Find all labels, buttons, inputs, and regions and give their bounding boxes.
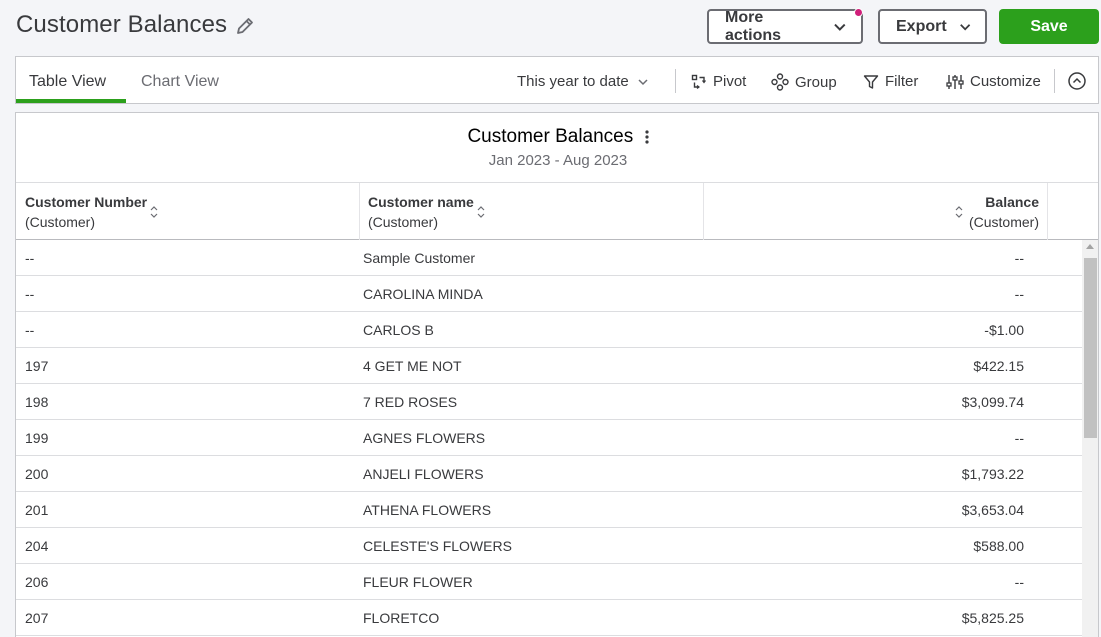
active-tab-indicator (16, 99, 126, 103)
cell-customer-number: -- (25, 286, 35, 302)
date-range-dropdown[interactable]: This year to date (517, 73, 649, 90)
cell-customer-number: 197 (25, 358, 49, 374)
sort-icon[interactable] (477, 205, 485, 219)
tab-chart-view[interactable]: Chart View (141, 73, 219, 91)
report-date-range: Jan 2023 - Aug 2023 (488, 152, 628, 169)
cell-balance: -- (1014, 286, 1024, 302)
tab-table-view[interactable]: Table View (29, 73, 106, 91)
cell-customer-number: 204 (25, 538, 49, 554)
table-row[interactable]: 207 FLORETCO $5,825.25 (16, 600, 1082, 636)
column-header-customer-name[interactable]: Customer name (Customer) (360, 183, 704, 240)
customize-icon (946, 74, 964, 89)
sort-icon[interactable] (150, 205, 158, 219)
cell-balance: $3,653.04 (961, 502, 1024, 518)
cell-customer-number: 207 (25, 610, 49, 626)
cell-customer-number: 198 (25, 394, 49, 410)
vertical-scrollbar[interactable] (1082, 240, 1098, 637)
cell-balance: $1,793.22 (961, 466, 1024, 482)
cell-customer-name: Sample Customer (363, 250, 476, 266)
scrollbar-thumb[interactable] (1084, 258, 1097, 438)
cell-balance: $588.00 (973, 538, 1024, 554)
cell-customer-name: CAROLINA MINDA (363, 286, 483, 302)
chevron-down-icon (959, 23, 970, 30)
cell-customer-name: CARLOS B (363, 322, 434, 338)
table-row[interactable]: 198 7 RED ROSES $3,099.74 (16, 384, 1082, 420)
notification-dot (854, 8, 863, 17)
cell-customer-name: ANJELI FLOWERS (363, 466, 484, 482)
report-title: Customer Balances (467, 126, 634, 147)
table-row[interactable]: -- CARLOS B -$1.00 (16, 312, 1082, 348)
table-row[interactable]: 200 ANJELI FLOWERS $1,793.22 (16, 456, 1082, 492)
kebab-icon[interactable] (644, 129, 649, 145)
more-actions-button[interactable]: More actions (707, 8, 863, 44)
cell-customer-name: ATHENA FLOWERS (363, 502, 492, 518)
pivot-label: Pivot (713, 73, 747, 90)
cell-customer-number: 199 (25, 430, 49, 446)
cell-customer-name: 7 RED ROSES (363, 394, 458, 410)
filter-button[interactable]: Filter (863, 73, 918, 90)
customize-label: Customize (970, 73, 1041, 90)
cell-customer-number: 201 (25, 502, 49, 518)
pencil-icon[interactable] (234, 15, 256, 37)
cell-customer-number: -- (25, 322, 35, 338)
cell-balance: $3,099.74 (961, 394, 1024, 410)
cell-customer-name: 4 GET ME NOT (363, 358, 462, 374)
collapse-icon[interactable] (1067, 71, 1087, 91)
table-row[interactable]: 197 4 GET ME NOT $422.15 (16, 348, 1082, 384)
more-actions-label: More actions (725, 8, 782, 44)
toolbar-divider (1054, 69, 1055, 93)
toolbar-divider (675, 69, 676, 93)
column-subtitle: (Customer) (368, 214, 439, 230)
column-header-customer-number[interactable]: Customer Number (Customer) (16, 183, 360, 240)
chevron-down-icon (834, 23, 846, 31)
cell-customer-number: -- (25, 250, 35, 266)
cell-balance: $422.15 (973, 358, 1024, 374)
table-row[interactable]: 204 CELESTE'S FLOWERS $588.00 (16, 528, 1082, 564)
column-title: Customer Number (25, 194, 148, 210)
customize-button[interactable]: Customize (946, 73, 1041, 90)
column-subtitle: (Customer) (25, 214, 96, 230)
table-row[interactable]: 199 AGNES FLOWERS -- (16, 420, 1082, 456)
cell-balance: -$1.00 (984, 322, 1024, 338)
date-range-label: This year to date (517, 73, 629, 90)
save-button[interactable]: Save (999, 9, 1099, 44)
table-row[interactable]: 201 ATHENA FLOWERS $3,653.04 (16, 492, 1082, 528)
column-subtitle: (Customer) (968, 214, 1039, 230)
cell-customer-number: 206 (25, 574, 49, 590)
table-header: Customer Number (Customer) Customer name… (16, 182, 1098, 240)
cell-customer-name: AGNES FLOWERS (363, 430, 486, 446)
table-row[interactable]: -- Sample Customer -- (16, 240, 1082, 276)
group-button[interactable]: Group (771, 73, 837, 91)
pivot-button[interactable]: Pivot (691, 73, 746, 90)
column-title: Customer name (368, 194, 474, 210)
sort-icon[interactable] (955, 205, 963, 219)
column-header-balance[interactable]: Balance (Customer) (704, 183, 1048, 240)
export-label: Export (896, 17, 947, 35)
group-label: Group (795, 73, 837, 91)
report-panel: Customer Balances Jan 2023 - Aug 2023 Cu… (15, 112, 1099, 637)
cell-customer-name: FLEUR FLOWER (363, 574, 473, 590)
cell-balance: -- (1014, 574, 1024, 590)
page-header: Customer Balances More actions Export Sa… (0, 0, 1101, 56)
group-icon (771, 73, 789, 91)
column-title: Balance (985, 194, 1039, 210)
cell-balance: -- (1014, 250, 1024, 266)
cell-customer-number: 200 (25, 466, 49, 482)
page-title: Customer Balances (16, 11, 228, 38)
report-toolbar: Table View Chart View This year to date … (15, 56, 1099, 104)
cell-customer-name: CELESTE'S FLOWERS (363, 538, 512, 554)
table-row[interactable]: -- CAROLINA MINDA -- (16, 276, 1082, 312)
cell-customer-name: FLORETCO (363, 610, 440, 626)
pivot-icon (691, 74, 706, 89)
chevron-down-icon (638, 78, 648, 85)
table-body: -- Sample Customer -- -- CAROLINA MINDA … (16, 240, 1082, 636)
export-button[interactable]: Export (878, 9, 987, 44)
filter-icon (863, 74, 879, 89)
scroll-up-arrow-icon[interactable] (1086, 244, 1094, 249)
cell-balance: -- (1014, 430, 1024, 446)
filter-label: Filter (885, 73, 919, 90)
report-title-row: Customer Balances (16, 126, 1098, 148)
cell-balance: $5,825.25 (961, 610, 1024, 626)
table-row[interactable]: 206 FLEUR FLOWER -- (16, 564, 1082, 600)
